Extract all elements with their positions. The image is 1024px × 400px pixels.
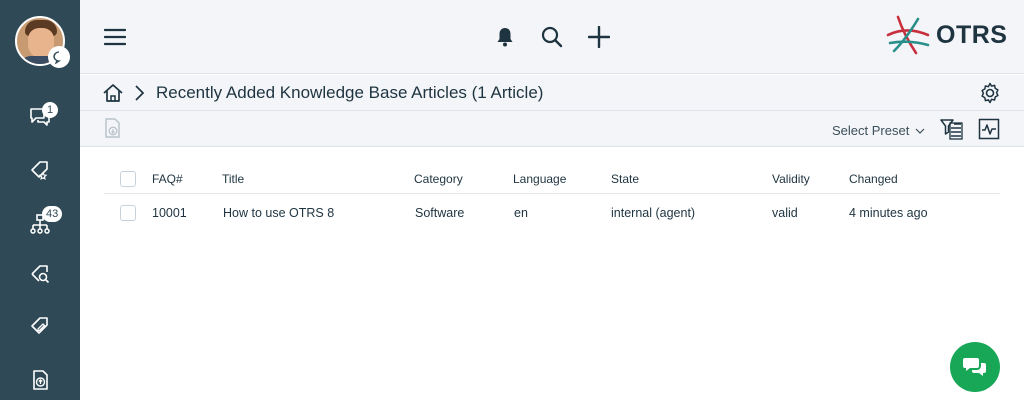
menu-button[interactable]	[102, 24, 128, 50]
table-header-row: FAQ# Title Category Language State Valid…	[104, 164, 1000, 194]
document-upload-icon	[33, 370, 48, 390]
menu-icon	[104, 28, 126, 46]
chats-badge: 1	[42, 102, 58, 118]
ticket-search-icon	[31, 265, 50, 284]
column-header-validity[interactable]: Validity	[772, 172, 810, 186]
cell-title[interactable]: How to use OTRS 8	[223, 206, 334, 220]
cell-changed: 4 minutes ago	[849, 206, 928, 220]
filter-button[interactable]	[939, 118, 963, 145]
sidebar-item-ticket-edit[interactable]	[26, 312, 54, 340]
export-button[interactable]	[102, 117, 124, 144]
ticket-edit-icon	[31, 317, 48, 334]
activity-chart-icon	[978, 118, 1000, 140]
chat-fab-button[interactable]	[950, 342, 1000, 392]
settings-button[interactable]	[978, 81, 1002, 110]
otrs-logo[interactable]: OTRS	[884, 12, 1007, 58]
column-header-faq-number[interactable]: FAQ#	[152, 172, 183, 186]
otrs-logo-icon	[886, 15, 930, 55]
sidebar-item-starred-tickets[interactable]	[26, 156, 54, 184]
column-header-state[interactable]: State	[611, 172, 639, 186]
table-row[interactable]: 10001 How to use OTRS 8 Software en inte…	[104, 194, 1000, 232]
faq-table: FAQ# Title Category Language State Valid…	[104, 164, 1000, 232]
column-header-changed[interactable]: Changed	[849, 172, 898, 186]
chevron-right-icon	[132, 84, 146, 107]
sidebar-item-ticket-search[interactable]	[26, 260, 54, 288]
select-preset-dropdown[interactable]: Select Preset	[832, 123, 925, 138]
column-header-language[interactable]: Language	[513, 172, 566, 186]
statistics-button[interactable]	[978, 118, 1000, 145]
chat-status-icon[interactable]	[48, 46, 70, 68]
list-toolbar: Select Preset	[80, 111, 1024, 147]
select-preset-label: Select Preset	[832, 123, 910, 138]
chat-bubbles-icon	[963, 358, 986, 376]
column-header-title[interactable]: Title	[222, 172, 244, 186]
document-download-icon	[105, 118, 120, 138]
home-icon	[103, 84, 123, 102]
logo-text: OTRS	[936, 20, 1008, 49]
cell-category: Software	[415, 206, 465, 220]
gear-icon	[981, 82, 999, 104]
select-all-checkbox[interactable]	[120, 170, 136, 187]
cell-faq-number: 10001	[152, 206, 187, 220]
create-button[interactable]	[586, 24, 612, 50]
search-button[interactable]	[539, 24, 565, 50]
cell-language: en	[514, 206, 528, 220]
filter-list-icon	[940, 119, 963, 140]
hierarchy-badge: 43	[42, 206, 63, 222]
bell-icon	[497, 28, 513, 47]
notifications-button[interactable]	[492, 24, 518, 50]
row-checkbox[interactable]	[120, 205, 136, 221]
cell-state: internal (agent)	[611, 206, 696, 220]
ticket-star-icon	[31, 161, 48, 180]
column-header-category[interactable]: Category	[414, 172, 463, 186]
chevron-down-icon	[915, 128, 925, 134]
cell-validity: valid	[772, 206, 798, 220]
home-button[interactable]	[102, 82, 124, 109]
breadcrumb: Recently Added Knowledge Base Articles (…	[80, 75, 1024, 111]
page-title: Recently Added Knowledge Base Articles (…	[156, 83, 544, 102]
plus-icon	[588, 26, 610, 48]
top-header: OTRS	[80, 0, 1024, 74]
sidebar-item-upload[interactable]	[26, 366, 54, 394]
search-icon	[541, 26, 563, 48]
sidebar: 1 43	[0, 0, 80, 400]
